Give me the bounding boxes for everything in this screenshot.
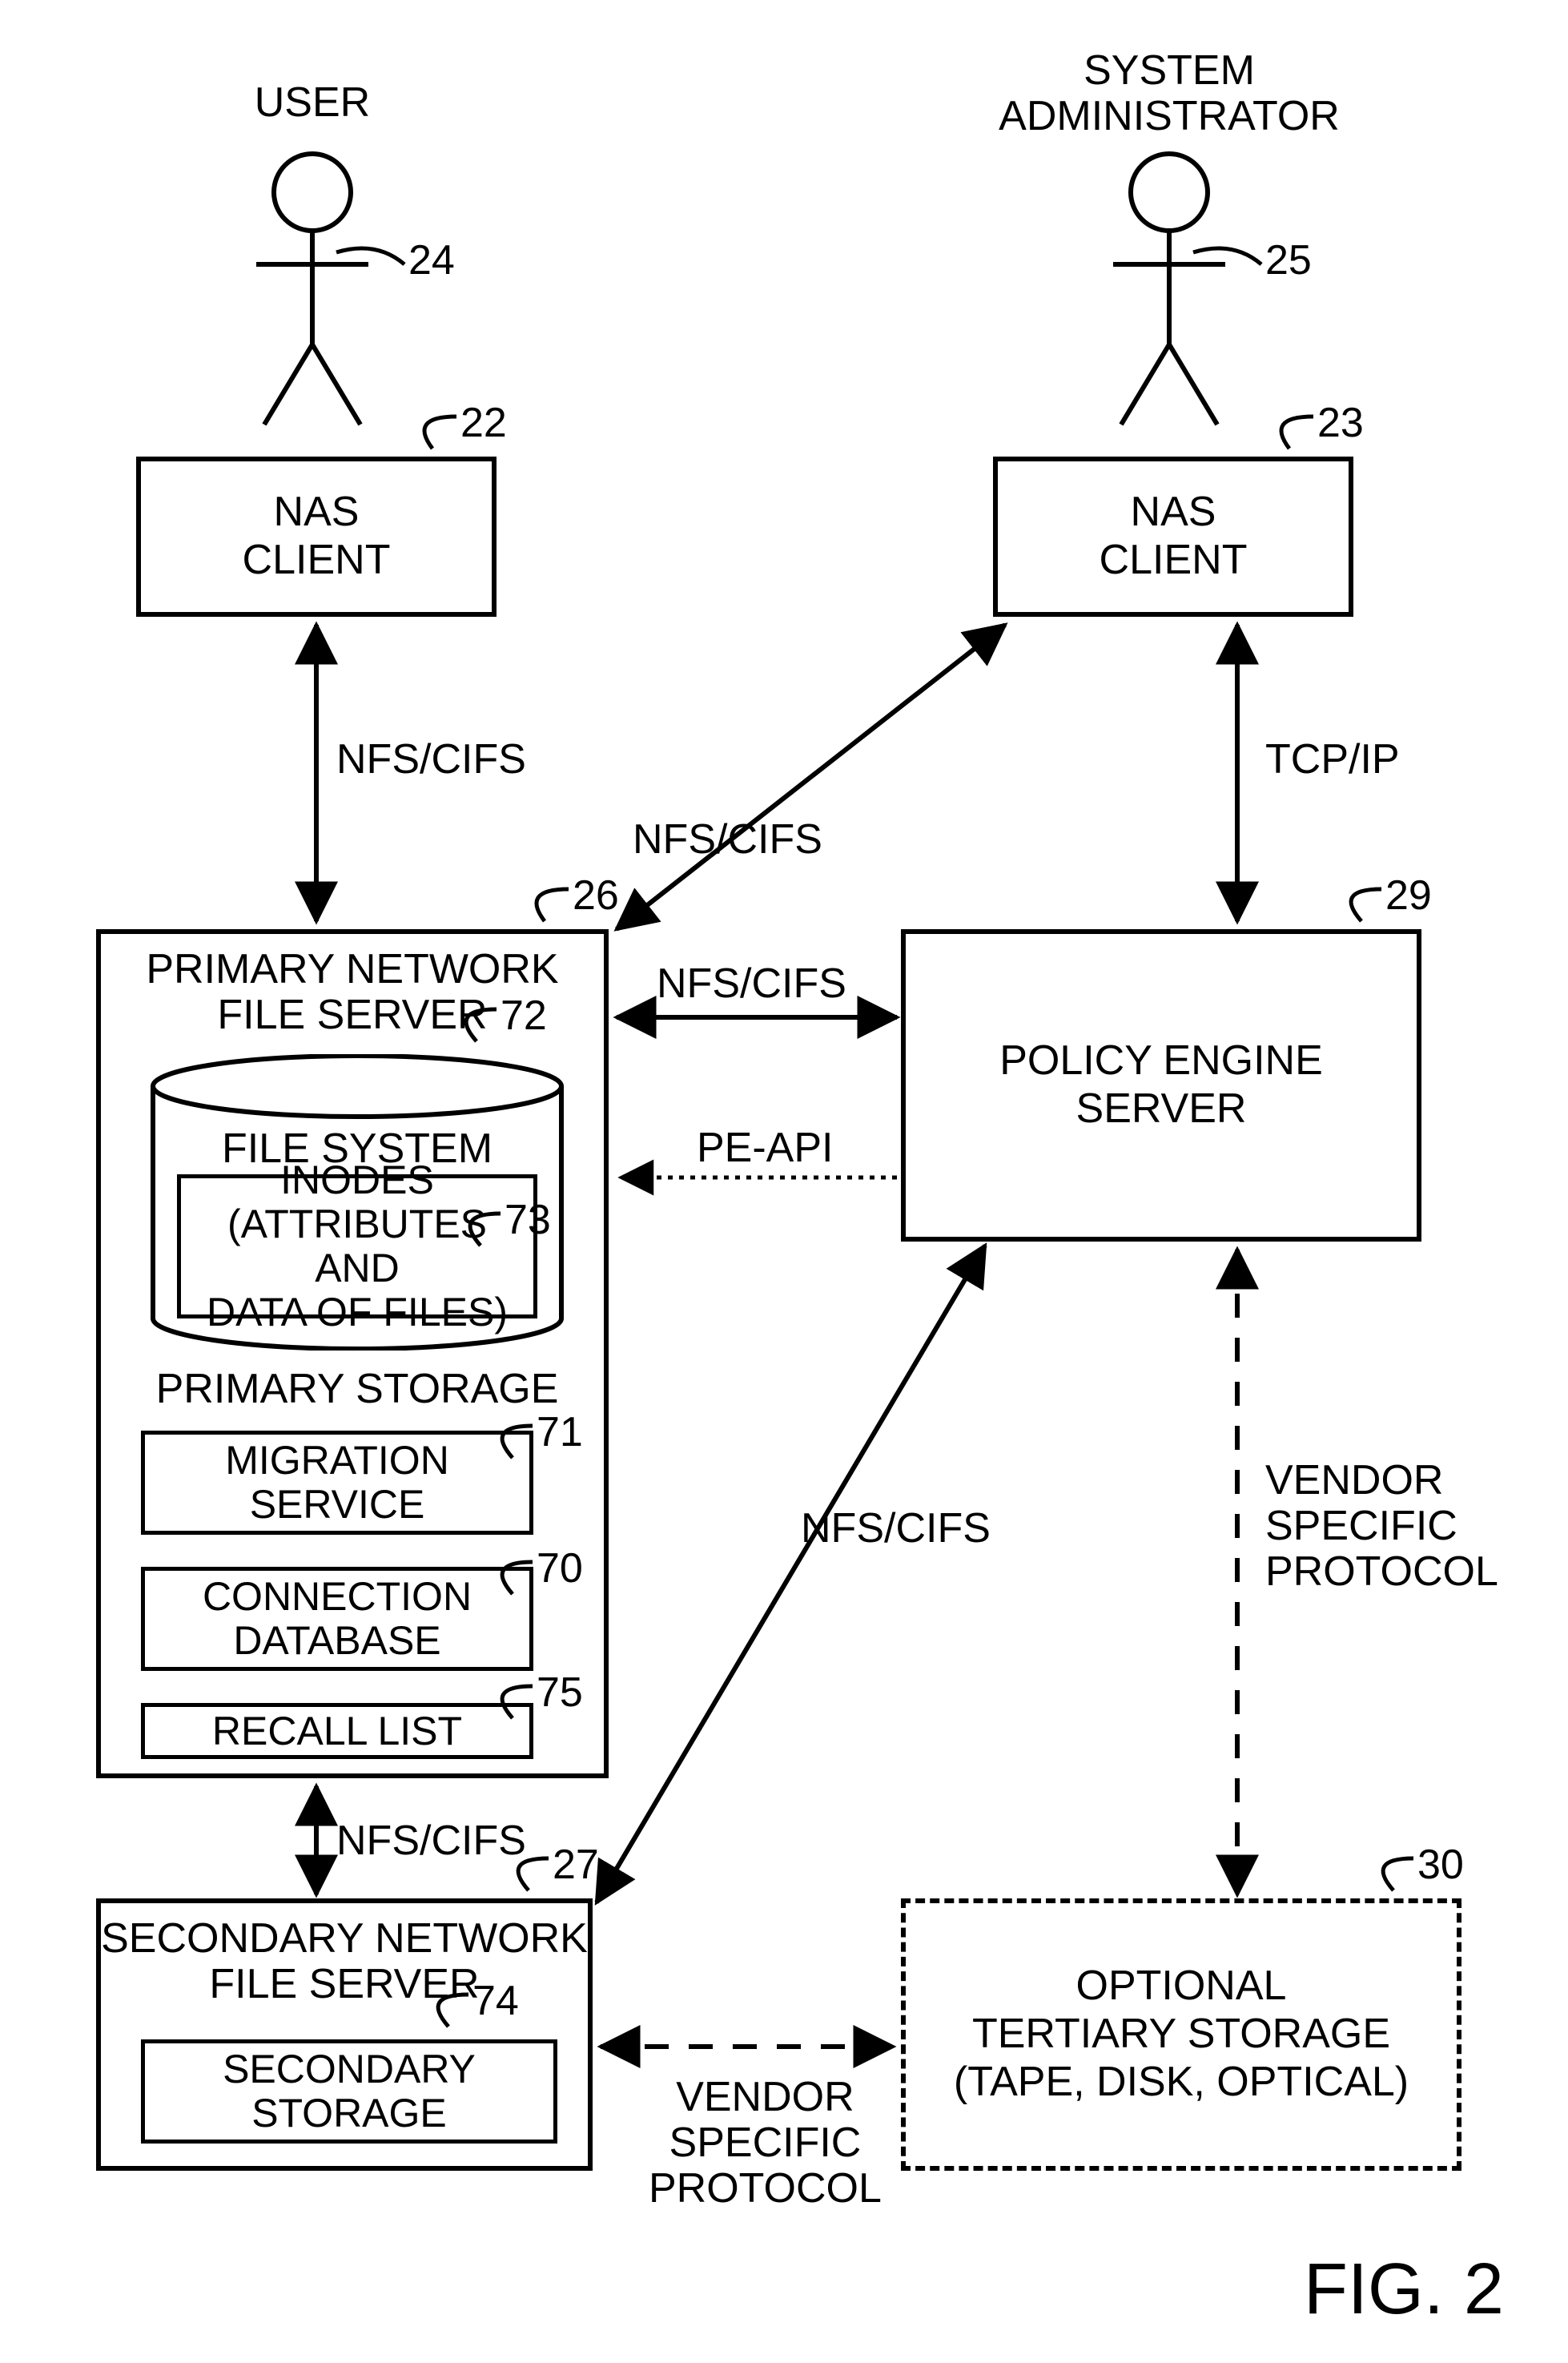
- ref-29: 29: [1385, 872, 1432, 920]
- edge-vendor-vert: VENDOR SPECIFIC PROTOCOL: [1265, 1458, 1498, 1596]
- ref-30: 30: [1417, 1841, 1464, 1889]
- nas-client-2-label: NAS CLIENT: [1100, 489, 1248, 585]
- edge-nfs-vert2: NFS/CIFS: [336, 1818, 526, 1864]
- ref-70: 70: [537, 1544, 583, 1592]
- policy-server: POLICY ENGINE SERVER: [901, 929, 1421, 1242]
- policy-label: POLICY ENGINE SERVER: [999, 1037, 1323, 1133]
- migration-label: MIGRATION SERVICE: [225, 1439, 449, 1527]
- inodes-label: INODES (ATTRIBUTES AND DATA OF FILES): [181, 1158, 533, 1334]
- edge-nfs-diag2: NFS/CIFS: [801, 1506, 991, 1552]
- nas-client-2: NAS CLIENT: [993, 457, 1353, 617]
- ref-71: 71: [537, 1408, 583, 1456]
- connection-db-box: CONNECTION DATABASE: [141, 1567, 533, 1671]
- edge-vendor-horiz: VENDOR SPECIFIC PROTOCOL: [649, 2075, 882, 2212]
- nas-client-1-label: NAS CLIENT: [243, 489, 391, 585]
- figure-caption: FIG. 2: [1304, 2248, 1504, 2331]
- edge-nfs-diag1: NFS/CIFS: [633, 817, 822, 863]
- edge-peapi: PE-API: [697, 1125, 834, 1171]
- recall-label: RECALL LIST: [212, 1709, 462, 1753]
- primary-storage-caption: PRIMARY STORAGE: [101, 1367, 613, 1412]
- migration-service-box: MIGRATION SERVICE: [141, 1431, 533, 1535]
- ref-74: 74: [472, 1977, 519, 2025]
- actor-admin-label: SYSTEM ADMINISTRATOR: [945, 48, 1393, 139]
- actor-user-label: USER: [208, 80, 416, 126]
- ref-72: 72: [501, 992, 547, 1040]
- ref-75: 75: [537, 1669, 583, 1717]
- edge-tcpip: TCP/IP: [1265, 737, 1400, 783]
- ref-73: 73: [505, 1196, 551, 1244]
- secondary-server: SECONDARY NETWORK FILE SERVER SECONDARY …: [96, 1898, 593, 2171]
- secondary-storage-box: SECONDARY STORAGE: [141, 2039, 557, 2144]
- primary-storage-cylinder: FILE SYSTEM INODES (ATTRIBUTES AND DATA …: [149, 1054, 565, 1351]
- primary-server: PRIMARY NETWORK FILE SERVER FILE SYSTEM …: [96, 929, 609, 1778]
- ref-22: 22: [460, 399, 507, 447]
- conn-db-label: CONNECTION DATABASE: [203, 1575, 472, 1663]
- ref-27: 27: [553, 1841, 599, 1889]
- recall-list-box: RECALL LIST: [141, 1703, 533, 1759]
- nas-client-1: NAS CLIENT: [136, 457, 497, 617]
- edge-nfs-horiz: NFS/CIFS: [657, 961, 846, 1007]
- ref-26: 26: [573, 872, 619, 920]
- secondary-storage-label: SECONDARY STORAGE: [223, 2047, 476, 2136]
- ref-25: 25: [1265, 236, 1312, 284]
- inodes-box: INODES (ATTRIBUTES AND DATA OF FILES): [177, 1174, 537, 1318]
- tertiary-label: OPTIONAL TERTIARY STORAGE (TAPE, DISK, O…: [954, 1962, 1409, 2106]
- ref-24: 24: [408, 236, 455, 284]
- ref-23: 23: [1317, 399, 1364, 447]
- edge-nfs-1: NFS/CIFS: [336, 737, 526, 783]
- tertiary-storage: OPTIONAL TERTIARY STORAGE (TAPE, DISK, O…: [901, 1898, 1461, 2171]
